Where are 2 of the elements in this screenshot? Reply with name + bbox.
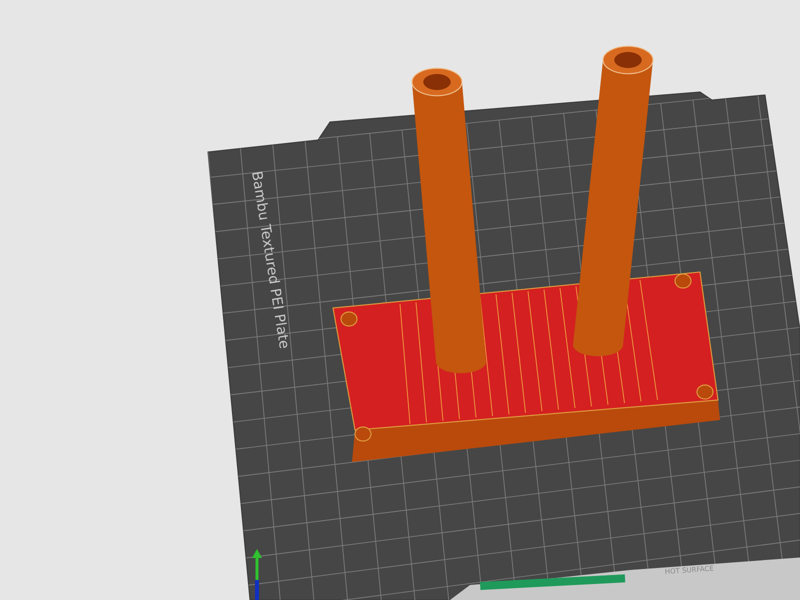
plate-label: Bambu Textured PEI Plate: [248, 170, 292, 350]
axis-icon: [252, 549, 262, 600]
